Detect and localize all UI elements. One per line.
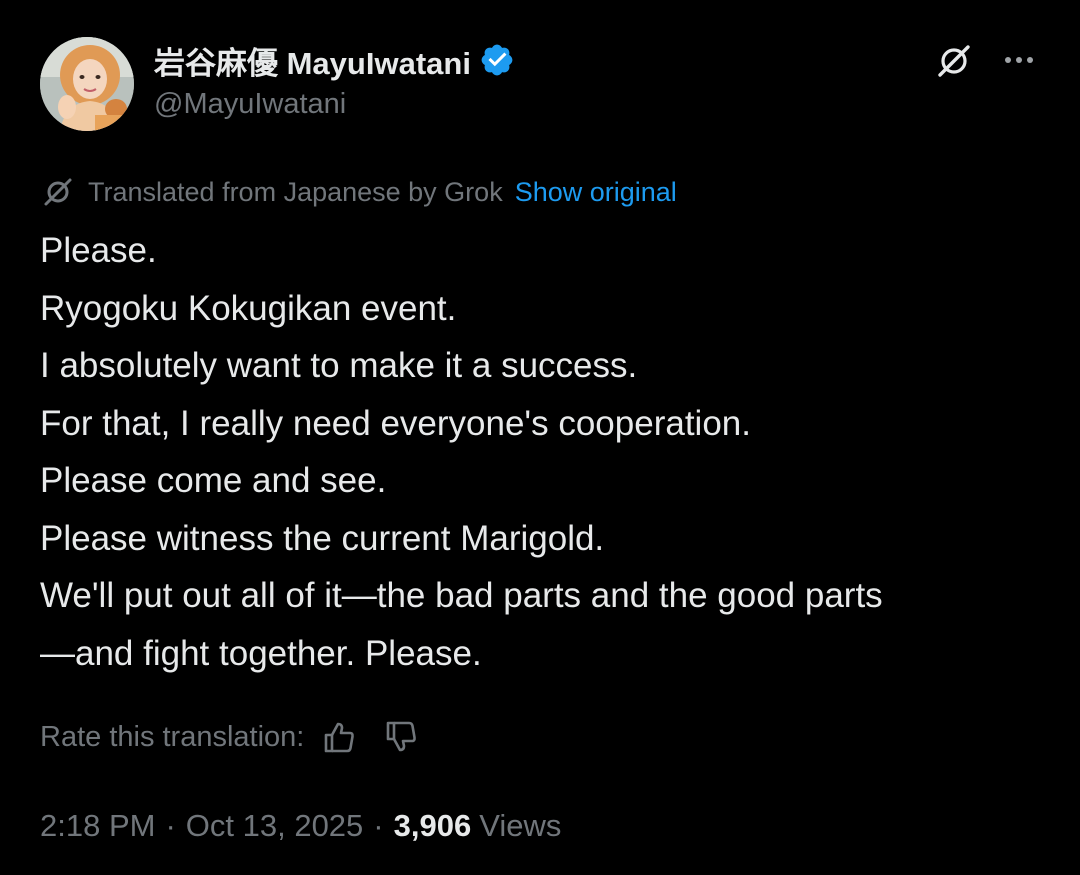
more-options-icon[interactable] — [996, 42, 1042, 78]
tweet-text-line: Ryogoku Kokugikan event. — [40, 288, 457, 328]
meta-separator: · — [165, 808, 176, 843]
tweet-text: Please. Ryogoku Kokugikan event. I absol… — [40, 222, 1060, 682]
avatar[interactable] — [40, 37, 134, 131]
tweet-text-line: —and fight together. Please. — [40, 633, 482, 673]
author-display-name[interactable]: 岩谷麻優 MayuIwatani — [154, 38, 471, 83]
tweet-meta: 2:18 PM · Oct 13, 2025 · 3,906 Views — [40, 804, 561, 848]
tweet-date[interactable]: Oct 13, 2025 — [186, 808, 364, 844]
tweet-text-line: For that, I really need everyone's coope… — [40, 403, 751, 443]
tweet-time[interactable]: 2:18 PM — [40, 808, 155, 844]
grok-translate-icon — [44, 178, 72, 206]
meta-separator: · — [373, 808, 384, 843]
verified-badge-icon — [481, 44, 513, 76]
tweet: 岩谷麻優 MayuIwatani @MayuIwatani Translated… — [0, 0, 1080, 875]
translated-label: Translated from Japanese by Grok — [88, 176, 503, 207]
author-handle[interactable]: @MayuIwatani — [154, 88, 346, 121]
thumbs-down-icon[interactable] — [382, 718, 420, 756]
tweet-text-line: I absolutely want to make it a success. — [40, 346, 638, 385]
views-label: Views — [479, 808, 562, 843]
author-name-row: 岩谷麻優 MayuIwatani — [154, 38, 515, 83]
tweet-text-line: Please come and see. — [40, 461, 387, 500]
avatar-image — [40, 37, 134, 131]
translation-note: Translated from Japanese by Grok Show or… — [40, 172, 677, 212]
views-count: 3,906 — [393, 808, 472, 843]
rate-translation-label: Rate this translation: — [40, 720, 305, 753]
rate-translation-row: Rate this translation: — [40, 714, 420, 760]
show-original-link[interactable]: Show original — [515, 177, 677, 208]
tweet-text-line: Please witness the current Marigold. — [40, 518, 605, 558]
grok-icon[interactable] — [933, 40, 975, 82]
tweet-text-line: We'll put out all of it—the bad parts an… — [40, 576, 883, 615]
thumbs-up-icon[interactable] — [320, 718, 358, 756]
tweet-text-line: Please. — [40, 231, 157, 270]
